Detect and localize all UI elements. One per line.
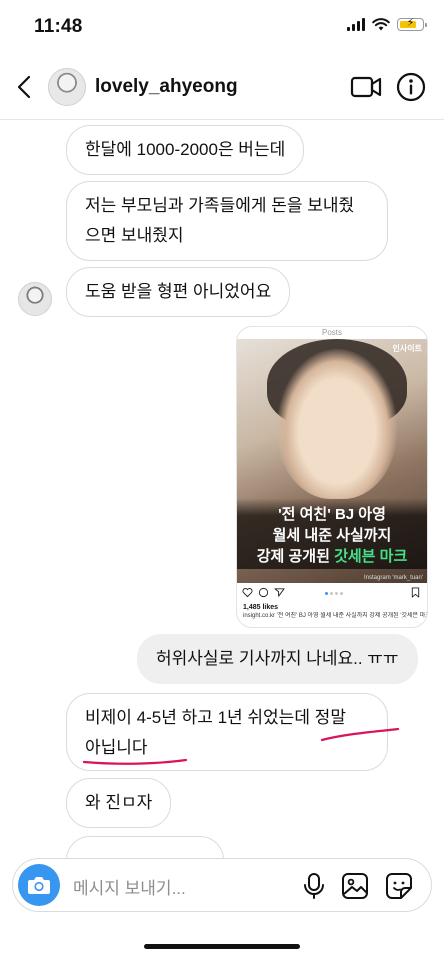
post-headline-accent: 갓세븐 마크	[334, 548, 408, 565]
chat-header: lovely_ahyeong	[0, 54, 444, 120]
sender-avatar[interactable]	[18, 282, 52, 316]
info-icon[interactable]	[396, 72, 426, 102]
post-headline: '전 여친' BJ 아영 월세 내준 사실까지 강제 공개된 갓세븐 마크	[237, 498, 427, 569]
message-bubble-received[interactable]: 저는 부모님과 가족들에게 돈을 보내줬 으면 보내줬지	[66, 181, 388, 261]
sticker-icon[interactable]	[385, 872, 413, 900]
status-bar: 11:48 ⚡	[0, 0, 444, 54]
post-actions	[237, 583, 427, 603]
message-thread[interactable]: 한달에 1000-2000은 버는데 저는 부모님과 가족들에게 돈을 보내줬 …	[0, 120, 444, 858]
carousel-dots	[325, 592, 343, 595]
message-bubble-received[interactable]: 한달에 1000-2000은 버는데	[66, 125, 305, 175]
profile-avatar[interactable]	[48, 68, 86, 106]
back-chevron-icon	[17, 75, 31, 99]
message-bubble-received[interactable]: 와 진ㅁ자	[66, 778, 172, 828]
signal-icon	[347, 18, 365, 31]
microphone-icon[interactable]	[301, 872, 327, 900]
message-text: 와 진ㅁ자	[85, 793, 153, 812]
heart-icon	[242, 588, 253, 598]
post-headline-line-3: 강제 공개된 갓세븐 마크	[241, 546, 423, 567]
chat-username[interactable]: lovely_ahyeong	[95, 76, 238, 98]
post-image: 인사이트 '전 여친' BJ 아영 월세 내준 사실까지 강제 공개된 갓세븐 …	[237, 339, 427, 583]
post-headline-line: '전 여친' BJ 아영	[278, 506, 386, 523]
post-photo-credit: Instagram 'mark_tuan'	[364, 575, 423, 581]
post-caption: insight.co.kr '전 여친' BJ 아영 월세 내준 사실까지 강제…	[243, 613, 427, 619]
message-bubble-received[interactable]: 도움 받을 형편 아니었어요	[66, 267, 291, 317]
red-underline-annotation	[82, 727, 400, 765]
camera-icon	[28, 877, 50, 894]
video-call-icon[interactable]	[350, 73, 382, 101]
message-text-line: 으면 보내줬지	[85, 226, 184, 245]
post-header-label: Posts	[321, 328, 342, 337]
message-bubble-sent[interactable]: 허위사실로 기사까지 나네요.. ㅠㅠ	[137, 634, 418, 684]
battery-icon: ⚡	[397, 17, 427, 31]
post-brand-label: 인사이트	[392, 344, 422, 353]
status-icons: ⚡	[347, 17, 427, 31]
bookmark-icon	[411, 587, 420, 598]
post-likes: 1,485 likes	[243, 604, 279, 611]
post-photo-face	[277, 349, 397, 499]
post-headline-line: 월세 내준 사실까지	[272, 527, 392, 544]
message-bubble-partial[interactable]	[66, 836, 224, 858]
shared-post-card[interactable]: Posts 인사이트 '전 여친' BJ 아영 월세 내준 사실까지 강제 공개…	[236, 326, 428, 628]
home-indicator[interactable]	[144, 944, 300, 949]
message-composer[interactable]: 메시지 보내기...	[12, 858, 432, 912]
gallery-icon[interactable]	[341, 872, 369, 900]
message-text-line: 저는 부모님과 가족들에게 돈을 보내줬	[85, 196, 355, 215]
message-input[interactable]: 메시지 보내기...	[73, 874, 186, 899]
comment-icon	[258, 587, 269, 598]
message-text: 도움 받을 형편 아니었어요	[85, 282, 272, 301]
post-headline-text: 강제 공개된	[256, 548, 330, 565]
message-text: 한달에 1000-2000은 버는데	[85, 140, 286, 159]
status-time: 11:48	[34, 16, 83, 37]
message-text: 허위사실로 기사까지 나네요.. ㅠㅠ	[156, 649, 399, 668]
wifi-icon	[372, 18, 390, 31]
camera-button[interactable]	[18, 864, 60, 906]
back-button[interactable]	[10, 70, 38, 104]
share-icon	[274, 588, 285, 597]
